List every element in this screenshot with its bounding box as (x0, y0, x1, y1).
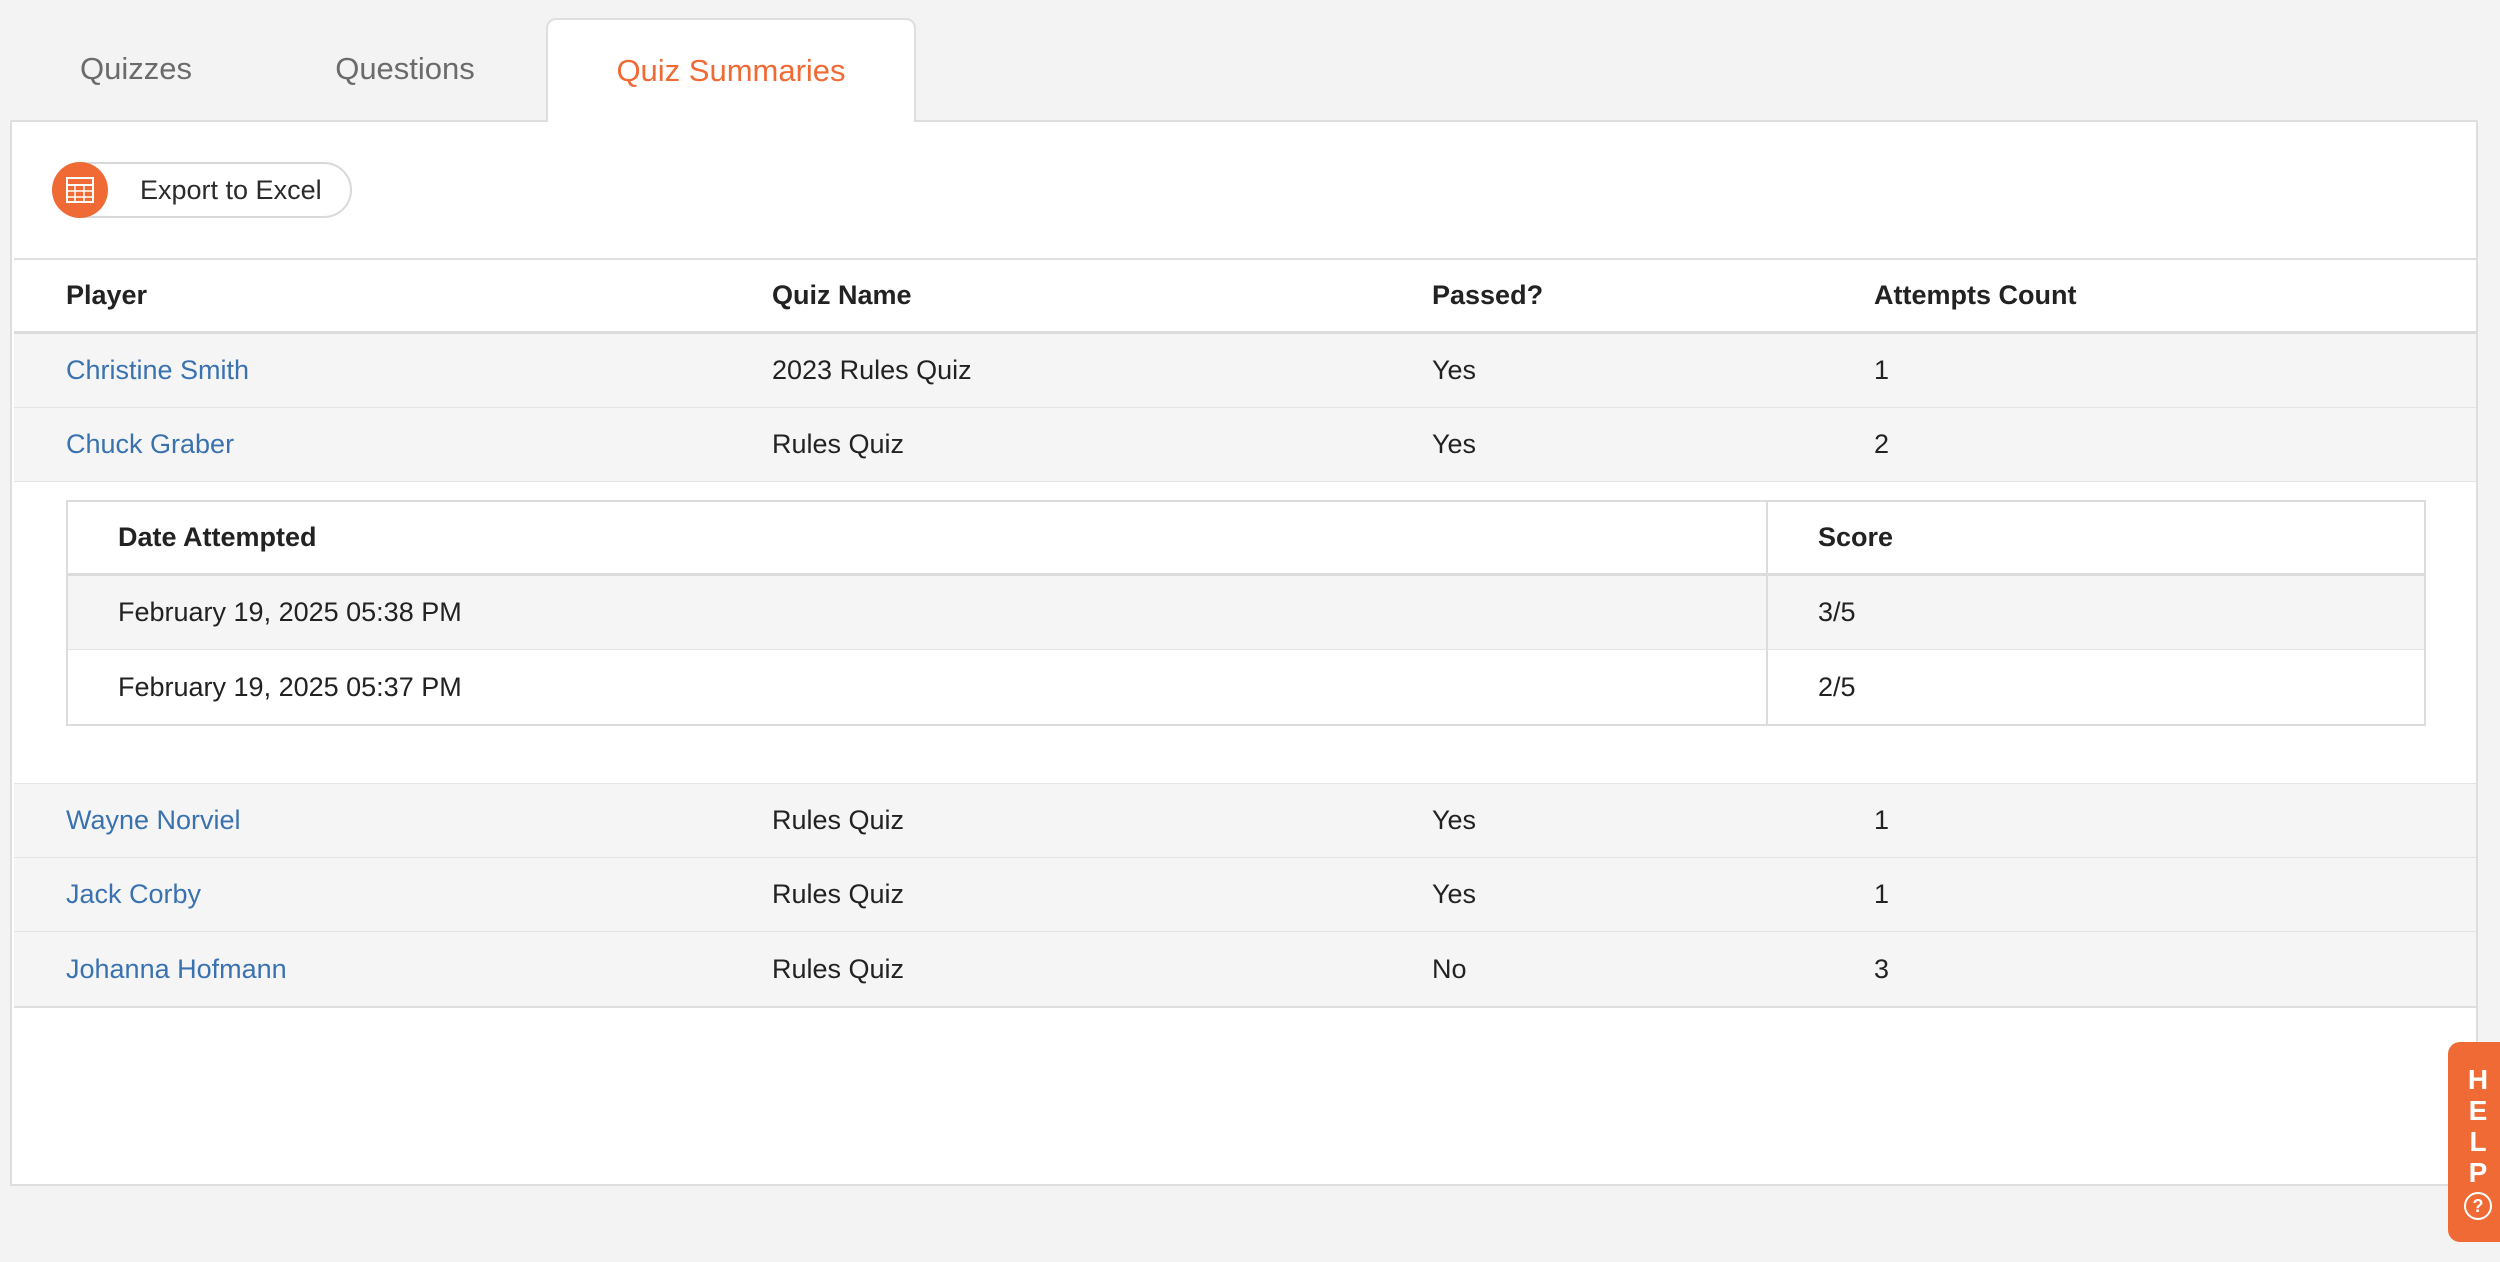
attempt-score: 2/5 (1818, 671, 1856, 702)
spreadsheet-icon (52, 162, 108, 218)
column-divider (1766, 502, 1768, 573)
table-header-row: Player Quiz Name Passed? Attempts Count (14, 260, 2476, 334)
help-button[interactable]: H E L P ? (2448, 1042, 2500, 1242)
help-letter: E (2468, 1095, 2488, 1126)
attempts-detail: Date Attempted Score February 19, 2025 0… (14, 482, 2476, 784)
header-score: Score (1818, 522, 1894, 552)
player-link[interactable]: Christine Smith (66, 334, 249, 407)
quiz-name: Rules Quiz (772, 429, 905, 459)
tab-questions[interactable]: Questions (300, 18, 510, 120)
help-letter: L (2469, 1126, 2487, 1157)
tab-quizzes[interactable]: Quizzes (40, 18, 232, 120)
header-quiz-name: Quiz Name (772, 280, 912, 310)
table-row[interactable]: Johanna Hofmann Rules Quiz No 3 (14, 932, 2476, 1006)
quiz-name: Rules Quiz (772, 805, 905, 835)
attempt-score: 3/5 (1818, 597, 1856, 627)
header-passed: Passed? (1432, 280, 1544, 310)
player-link[interactable]: Jack Corby (66, 858, 201, 931)
attempts-header-row: Date Attempted Score (68, 502, 2424, 576)
column-divider (1766, 650, 1768, 724)
player-link[interactable]: Chuck Graber (66, 408, 234, 481)
passed-value: Yes (1432, 355, 1477, 385)
passed-value: Yes (1432, 805, 1477, 835)
quiz-summaries-panel: Export to Excel Player Quiz Name Passed?… (10, 120, 2478, 1186)
help-letter: H (2467, 1064, 2489, 1095)
passed-value: Yes (1432, 429, 1477, 459)
header-attempts-count: Attempts Count (1874, 280, 2077, 310)
column-divider (1766, 576, 1768, 649)
question-circle-icon: ? (2464, 1192, 2492, 1220)
attempt-row: February 19, 2025 05:38 PM 3/5 (68, 576, 2424, 650)
attempt-date: February 19, 2025 05:38 PM (118, 597, 462, 627)
quiz-name: Rules Quiz (772, 953, 905, 984)
header-date-attempted: Date Attempted (118, 522, 317, 552)
attempts-table: Date Attempted Score February 19, 2025 0… (66, 500, 2426, 726)
export-to-excel-button[interactable]: Export to Excel (52, 162, 352, 218)
player-link[interactable]: Johanna Hofmann (66, 932, 287, 1006)
table-row[interactable]: Jack Corby Rules Quiz Yes 1 (14, 858, 2476, 932)
attempt-row: February 19, 2025 05:37 PM 2/5 (68, 650, 2424, 724)
attempts-count: 1 (1874, 805, 1890, 835)
export-button-label: Export to Excel (140, 174, 322, 205)
attempts-count: 3 (1874, 953, 1890, 984)
passed-value: No (1432, 953, 1467, 984)
tab-quiz-summaries[interactable]: Quiz Summaries (546, 18, 916, 122)
attempts-count: 1 (1874, 355, 1890, 385)
attempt-date: February 19, 2025 05:37 PM (118, 671, 462, 702)
passed-value: Yes (1432, 879, 1477, 909)
help-letter: P (2468, 1157, 2488, 1188)
table-row[interactable]: Wayne Norviel Rules Quiz Yes 1 (14, 784, 2476, 858)
quiz-name: 2023 Rules Quiz (772, 355, 972, 385)
table-row[interactable]: Chuck Graber Rules Quiz Yes 2 (14, 408, 2476, 482)
attempts-count: 1 (1874, 879, 1890, 909)
table-row[interactable]: Christine Smith 2023 Rules Quiz Yes 1 (14, 334, 2476, 408)
player-link[interactable]: Wayne Norviel (66, 784, 241, 857)
quiz-name: Rules Quiz (772, 879, 905, 909)
header-player: Player (66, 280, 148, 310)
tab-bar: Quizzes Questions Quiz Summaries (0, 0, 2478, 122)
attempts-count: 2 (1874, 429, 1890, 459)
quiz-summary-table: Player Quiz Name Passed? Attempts Count … (14, 258, 2476, 1008)
